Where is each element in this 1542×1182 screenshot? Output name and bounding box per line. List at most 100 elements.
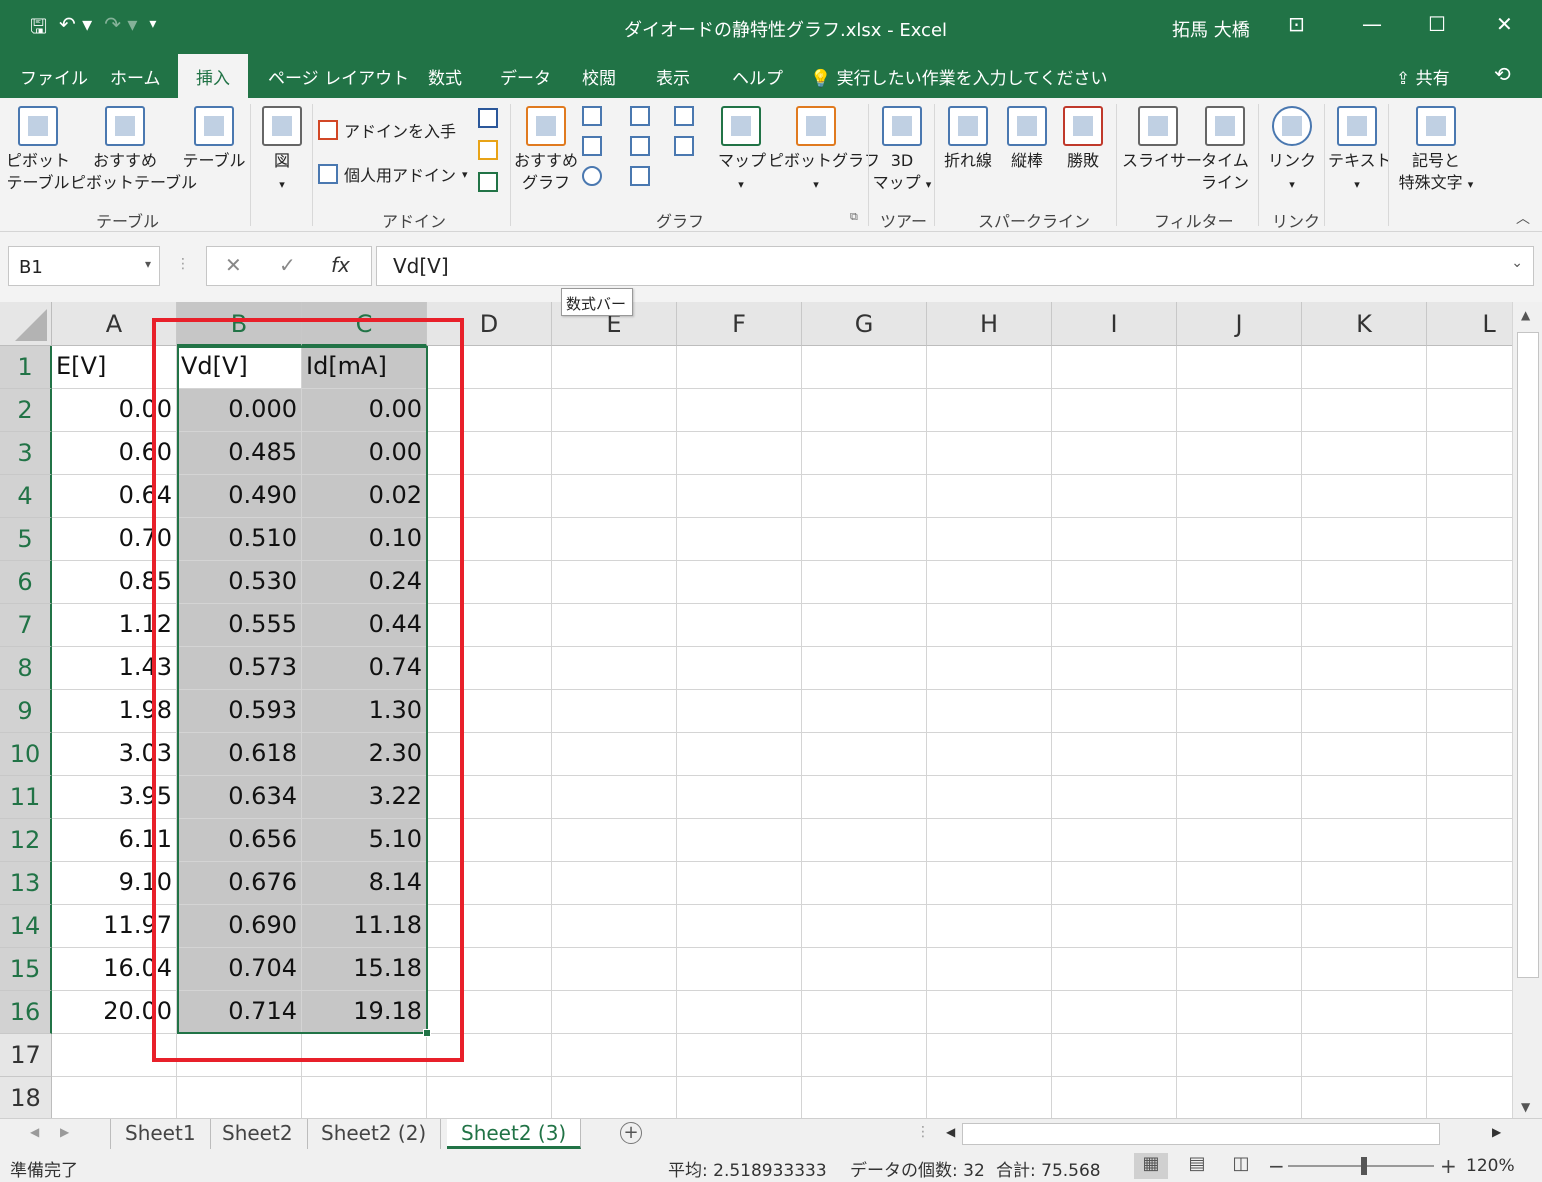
cell[interactable] (1052, 561, 1177, 604)
cell[interactable] (677, 475, 802, 518)
cell[interactable] (1427, 948, 1512, 991)
cell[interactable] (1052, 604, 1177, 647)
cell[interactable] (1177, 518, 1302, 561)
name-box[interactable]: B1 ▾ (8, 246, 160, 286)
minimize-icon[interactable]: — (1362, 12, 1382, 36)
cell[interactable]: 1.43 (52, 647, 177, 690)
cell[interactable] (1427, 905, 1512, 948)
cell[interactable]: 1.12 (52, 604, 177, 647)
zoom-slider-thumb[interactable] (1361, 1157, 1367, 1175)
sheet-tab-sheet2-2[interactable]: Sheet2 (2) (307, 1119, 442, 1149)
cell[interactable] (427, 819, 552, 862)
cell[interactable] (677, 432, 802, 475)
grip-icon[interactable]: ⋮ (916, 1124, 930, 1140)
expand-formula-icon[interactable]: ⌄ (1511, 255, 1523, 271)
tab-formulas[interactable]: 数式 (428, 64, 462, 89)
cell[interactable] (302, 1077, 427, 1118)
slicer-button[interactable]: スライサー (1122, 106, 1202, 172)
cell[interactable] (1052, 819, 1177, 862)
column-header[interactable]: A (52, 302, 177, 346)
row-header[interactable]: 7 (0, 604, 52, 647)
cell[interactable] (927, 432, 1052, 475)
cell[interactable] (1302, 518, 1427, 561)
cell[interactable]: 0.24 (302, 561, 427, 604)
link-button[interactable]: リンク ▾ (1264, 106, 1320, 196)
cell[interactable] (552, 948, 677, 991)
cell[interactable] (552, 690, 677, 733)
enter-icon[interactable]: ✓ (279, 253, 296, 277)
cell[interactable] (927, 776, 1052, 819)
cell[interactable] (1177, 948, 1302, 991)
cell[interactable] (802, 604, 927, 647)
tab-page-layout[interactable]: ページ レイアウト (268, 64, 409, 89)
column-header[interactable]: F (677, 302, 802, 346)
cell[interactable] (1177, 991, 1302, 1034)
cell[interactable] (1427, 604, 1512, 647)
cell[interactable] (552, 819, 677, 862)
cell[interactable] (927, 1077, 1052, 1118)
cell[interactable] (1427, 389, 1512, 432)
tab-review[interactable]: 校閲 (582, 64, 616, 89)
cell[interactable] (677, 991, 802, 1034)
cell[interactable] (677, 862, 802, 905)
cell[interactable]: 0.00 (302, 389, 427, 432)
prev-sheet-icon[interactable]: ◀ (30, 1125, 39, 1139)
cell[interactable]: 11.97 (52, 905, 177, 948)
row-header[interactable]: 6 (0, 561, 52, 604)
cell[interactable]: 16.04 (52, 948, 177, 991)
cell[interactable]: 0.714 (177, 991, 302, 1034)
cell[interactable] (427, 346, 552, 389)
symbols-button[interactable]: 記号と 特殊文字 ▾ (1392, 106, 1480, 196)
cell[interactable] (1302, 776, 1427, 819)
status-count[interactable]: データの個数: 32 (850, 1156, 985, 1181)
cell[interactable] (1177, 819, 1302, 862)
cell[interactable] (1052, 905, 1177, 948)
cell[interactable] (552, 475, 677, 518)
redo-icon[interactable]: ↷ ▾ (104, 12, 137, 46)
sheet-tab-sheet2-3[interactable]: Sheet2 (3) (447, 1119, 582, 1149)
cell[interactable] (1177, 647, 1302, 690)
grip-icon[interactable]: ⋮ (176, 256, 190, 272)
cell[interactable] (802, 819, 927, 862)
cell[interactable] (1052, 776, 1177, 819)
column-header[interactable]: C (302, 302, 427, 346)
status-sum[interactable]: 合計: 75.568 (996, 1156, 1101, 1181)
cell[interactable] (1427, 862, 1512, 905)
cell[interactable] (427, 1077, 552, 1118)
cell[interactable] (1302, 991, 1427, 1034)
scatter-chart-icon[interactable] (630, 166, 650, 186)
fx-icon[interactable]: fx (331, 253, 350, 277)
cell[interactable] (927, 389, 1052, 432)
scroll-down-icon[interactable]: ▼ (1521, 1100, 1530, 1114)
cell[interactable] (677, 389, 802, 432)
cell[interactable] (427, 561, 552, 604)
cell[interactable] (1052, 346, 1177, 389)
ribbon-display-icon[interactable]: ⊡ (1288, 12, 1305, 36)
horizontal-scroll-thumb[interactable] (962, 1123, 1440, 1145)
tab-insert[interactable]: 挿入 (178, 54, 248, 98)
cell[interactable] (1177, 389, 1302, 432)
cell[interactable] (1302, 604, 1427, 647)
cell[interactable] (427, 862, 552, 905)
cell[interactable] (1302, 948, 1427, 991)
cell[interactable] (802, 776, 927, 819)
cell[interactable] (1302, 819, 1427, 862)
cell[interactable] (427, 905, 552, 948)
cell[interactable]: 0.60 (52, 432, 177, 475)
row-header[interactable]: 12 (0, 819, 52, 862)
cell[interactable] (1302, 905, 1427, 948)
column-header[interactable]: H (927, 302, 1052, 346)
scroll-left-icon[interactable]: ◀ (946, 1125, 955, 1139)
tell-me-box[interactable]: 💡 実行したい作業を入力してください (810, 64, 1108, 89)
scroll-up-icon[interactable]: ▲ (1521, 308, 1530, 322)
cell[interactable] (802, 1077, 927, 1118)
cell[interactable] (802, 647, 927, 690)
cell[interactable]: 0.676 (177, 862, 302, 905)
pivot-chart-button[interactable]: ピボットグラフ ▾ (768, 106, 880, 196)
cell[interactable] (1427, 1034, 1512, 1077)
next-sheet-icon[interactable]: ▶ (60, 1125, 69, 1139)
get-addins-button[interactable]: アドインを入手 (318, 118, 456, 142)
illustrations-button[interactable]: 図 ▾ (256, 106, 308, 196)
cell[interactable] (427, 690, 552, 733)
cell[interactable] (927, 518, 1052, 561)
